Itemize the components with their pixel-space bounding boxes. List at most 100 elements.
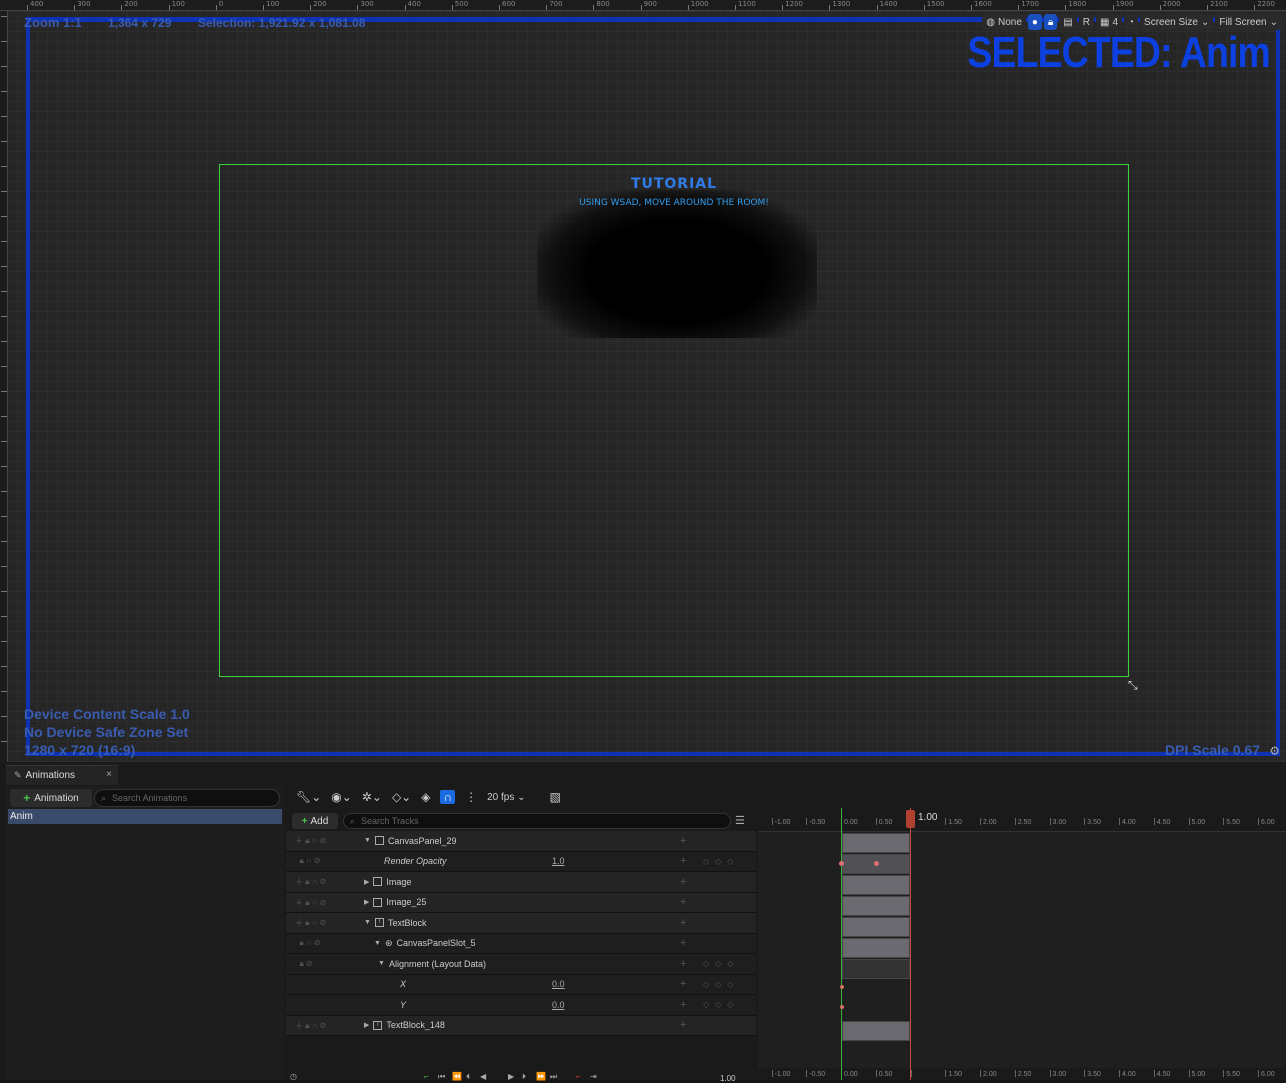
track-value[interactable]: 0.0 <box>552 979 565 989</box>
search-tracks-input[interactable]: ⌕ Search Tracks <box>343 813 731 829</box>
track-controls[interactable]: ⏚ 🔒︎ ∩ ⊘ <box>286 876 356 887</box>
filter-icon[interactable]: ☰ <box>735 814 745 827</box>
track-row[interactable]: ⏚ 🔒︎ ∩ ⊘ ▶ T TextBlock_148 + <box>286 1015 756 1036</box>
track-controls[interactable]: 🔒︎ ∩ ⊘ <box>286 938 356 948</box>
track-controls[interactable]: ⏚ 🔒︎ ∩ ⊘ <box>286 835 356 846</box>
playhead-time: 1.00 <box>918 812 938 823</box>
add-icon[interactable]: + <box>680 876 686 888</box>
gear-icon[interactable]: ⚙ <box>1269 744 1280 758</box>
fps-dropdown[interactable]: 20 fps ⌄ <box>487 792 525 803</box>
fill-screen-label: Fill Screen <box>1219 16 1267 28</box>
add-icon[interactable]: + <box>680 999 686 1011</box>
curve-editor-icon[interactable]: ▧ <box>550 790 561 804</box>
add-icon[interactable]: + <box>680 958 686 970</box>
more-icon[interactable]: ⋮ <box>465 790 477 804</box>
timeline-tick <box>1153 818 1155 825</box>
track-section[interactable] <box>842 938 910 958</box>
timeline-tick-label: 3.50 <box>1087 819 1101 826</box>
track-row[interactable]: 🔒︎ ∩ ⊘ Render Opacity 1.0 + ◇◇◇ <box>286 851 756 872</box>
track-section[interactable] <box>842 959 910 979</box>
auto-key-icon[interactable]: ◈ <box>421 790 430 804</box>
key-nav-icon[interactable]: ◇◇◇ <box>703 857 739 866</box>
add-icon[interactable]: + <box>680 1019 686 1031</box>
resolution-label: 1280 x 720 (16:9) <box>24 742 136 758</box>
track-row[interactable]: X 0.0 + ◇◇◇ <box>286 974 756 995</box>
current-time-field[interactable]: 1.00 <box>720 1074 736 1083</box>
track-controls[interactable]: ⏚ 🔒︎ ∩ ⊘ <box>286 917 356 928</box>
key-nav-icon[interactable]: ◇◇◇ <box>703 1000 739 1009</box>
designer-viewport[interactable]: 400 300 200 100 0 100 200 300 400 500 600 700 800 900… <box>0 0 1286 762</box>
background-image[interactable] <box>537 190 817 338</box>
close-icon[interactable]: × <box>106 769 112 780</box>
settings-icon[interactable]: ✲⌄ <box>362 790 382 804</box>
track-row[interactable]: 🔒︎ ∩ ⊘ ▼ ⊛ CanvasPanelSlot_5 + <box>286 933 756 954</box>
key-icon[interactable]: ◇⌄ <box>392 790 411 804</box>
tutorial-subtitle[interactable]: USING WSAD, MOVE AROUND THE ROOM! <box>220 198 1128 208</box>
tutorial-title[interactable]: TUTORIAL <box>220 176 1128 192</box>
expand-arrow-icon[interactable]: ▼ <box>374 940 381 947</box>
track-section[interactable] <box>842 896 910 916</box>
add-icon[interactable]: + <box>680 896 686 908</box>
expand-arrow-icon[interactable]: ▶ <box>364 898 369 906</box>
playhead-line[interactable] <box>910 808 911 1080</box>
step-forward-icon[interactable]: ⏵ <box>522 1072 526 1082</box>
playhead-handle[interactable] <box>906 810 915 828</box>
key-nav-icon[interactable]: ◇◇◇ <box>703 980 739 989</box>
snap-icon[interactable]: ∩ <box>440 790 456 804</box>
keyframe-marker[interactable] <box>840 1005 844 1009</box>
resize-handle-icon[interactable]: ⤡ <box>1128 678 1138 693</box>
tab-animations[interactable]: ✎ Animations × <box>6 765 118 785</box>
add-icon[interactable]: + <box>680 937 686 949</box>
add-track-button[interactable]: + Add <box>292 813 338 829</box>
add-icon[interactable]: + <box>680 978 686 990</box>
add-icon[interactable]: + <box>680 855 686 867</box>
timeline-tick <box>771 818 773 825</box>
add-icon[interactable]: + <box>680 917 686 929</box>
track-value[interactable]: 1.0 <box>552 856 565 866</box>
ruler-tick <box>1 666 7 667</box>
add-animation-button[interactable]: + Animation <box>10 789 92 807</box>
track-controls[interactable]: 🔒︎ ⊘ <box>286 959 356 969</box>
jump-to-start-icon[interactable]: ⏮ <box>438 1072 445 1082</box>
animation-list-item[interactable]: Anim <box>8 809 282 824</box>
track-row[interactable]: ⏚ 🔒︎ ∩ ⊘ ▶ Image_25 + <box>286 892 756 913</box>
track-controls[interactable]: ⏚ 🔒︎ ∩ ⊘ <box>286 897 356 908</box>
canvas-icon <box>374 836 384 846</box>
key-nav-icon[interactable]: ◇◇◇ <box>703 959 739 968</box>
expand-arrow-icon[interactable]: ▼ <box>378 960 385 967</box>
track-controls[interactable]: ⏚ 🔒︎ ∩ ⊘ <box>286 1020 356 1031</box>
ruler-tick <box>1 616 7 617</box>
ruler-tick <box>74 5 76 10</box>
canvas-panel-bounds[interactable]: TUTORIAL USING WSAD, MOVE AROUND THE ROO… <box>219 164 1129 677</box>
track-controls[interactable]: 🔒︎ ∩ ⊘ <box>286 856 356 866</box>
ruler-tick <box>310 5 312 10</box>
tab-animations-label: Animations <box>25 770 76 781</box>
track-row[interactable]: ⏚ 🔒︎ ∩ ⊘ ▶ Image + <box>286 872 756 893</box>
track-row[interactable]: ⏚ 🔒︎ ∩ ⊘ ▼ T TextBlock + <box>286 913 756 934</box>
jump-to-end-icon[interactable]: ⏭ <box>550 1072 557 1082</box>
timeline-area[interactable]: -1.00 -0.50 0.00 0.50 1.50 2.00 2.50 3.00 3.50 4.… <box>758 808 1286 1080</box>
track-row[interactable]: ⏚ 🔒︎ ∩ ⊘ ▼ CanvasPanel_29 + <box>286 831 756 852</box>
expand-arrow-icon[interactable]: ▼ <box>364 919 371 926</box>
step-back-icon[interactable]: ⏴ <box>466 1072 470 1082</box>
track-value[interactable]: 0.0 <box>552 1000 565 1010</box>
add-icon[interactable]: + <box>680 835 686 847</box>
track-row[interactable]: Y 0.0 + ◇◇◇ <box>286 995 756 1016</box>
timeline-ruler[interactable]: -1.00 -0.50 0.00 0.50 1.50 2.00 2.50 3.00 3.50 4.… <box>758 808 1286 832</box>
track-section[interactable] <box>842 917 910 937</box>
track-section[interactable] <box>842 875 910 895</box>
ruler-label: 1900 <box>1115 0 1134 8</box>
track-row[interactable]: 🔒︎ ⊘ ▼ Alignment (Layout Data) + ◇◇◇ <box>286 954 756 975</box>
track-section[interactable] <box>842 833 910 853</box>
expand-arrow-icon[interactable]: ▶ <box>364 1021 369 1029</box>
search-animations-input[interactable]: ⌕ Search Animations <box>94 789 280 807</box>
eye-icon[interactable]: ◉⌄ <box>331 790 352 804</box>
keyframe-marker[interactable] <box>839 861 844 866</box>
keyframe-marker[interactable] <box>840 985 844 989</box>
wrench-icon[interactable]: 🔧︎⌄ <box>296 790 321 804</box>
keyframe-marker[interactable] <box>874 861 879 866</box>
expand-arrow-icon[interactable]: ▶ <box>364 878 369 886</box>
expand-arrow-icon[interactable]: ▼ <box>364 837 371 844</box>
timeline-ruler-bottom[interactable]: -1.00 -0.50 0.00 0.50 1.50 2.00 2.50 3.00 3.50 4.… <box>758 1068 1286 1080</box>
track-section[interactable] <box>842 1021 910 1041</box>
